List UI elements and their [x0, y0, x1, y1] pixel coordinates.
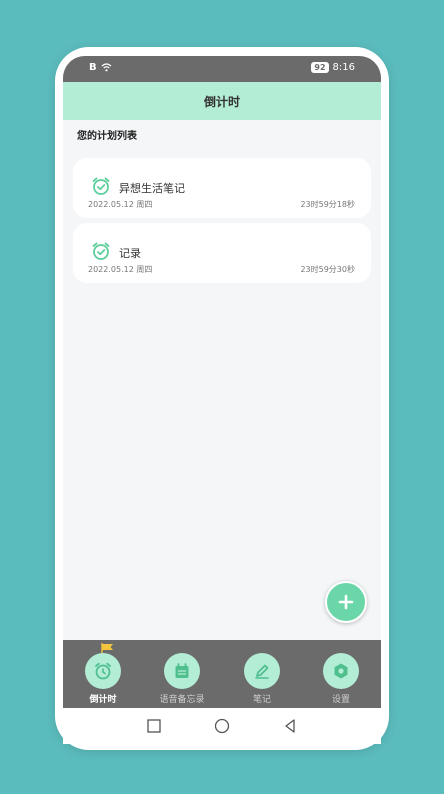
- plan-remaining: 23时59分18秒: [300, 200, 355, 209]
- status-time: 8:16: [332, 62, 355, 73]
- status-app-icon: B: [89, 62, 97, 73]
- plan-remaining: 23时59分30秒: [300, 265, 355, 274]
- wifi-icon: [101, 63, 112, 72]
- back-icon[interactable]: [282, 718, 298, 734]
- tab-icon-bg: [85, 653, 121, 689]
- tab-label: 倒计时: [89, 695, 117, 705]
- add-plan-button[interactable]: [325, 581, 367, 623]
- tab-countdown[interactable]: 倒计时: [63, 640, 143, 708]
- recent-apps-icon[interactable]: [146, 718, 162, 734]
- bottom-tab-bar: 倒计时 语音备忘录 笔记 设置: [63, 640, 381, 708]
- pen-icon: [255, 664, 269, 679]
- calendar-icon: [175, 663, 189, 678]
- battery-indicator: 92: [311, 62, 329, 73]
- section-title: 您的计划列表: [77, 131, 137, 142]
- app-header: 倒计时: [63, 82, 381, 120]
- plan-title: 记录: [119, 247, 141, 260]
- tab-label: 语音备忘录: [159, 695, 205, 705]
- app-screen: B 92 8:16 倒计时 您的计划列表 异想生活笔记 2022.05.12 周…: [63, 56, 381, 708]
- tab-icon-bg: [244, 653, 280, 689]
- home-icon[interactable]: [214, 718, 230, 734]
- tab-icon-bg: [164, 653, 200, 689]
- system-nav-bar: [63, 708, 381, 744]
- tab-voice-memo[interactable]: 语音备忘录: [142, 640, 222, 708]
- plan-date: 2022.05.12 周四: [88, 265, 153, 274]
- tab-label: 笔记: [252, 695, 271, 705]
- page-title: 倒计时: [203, 94, 240, 109]
- plan-date: 2022.05.12 周四: [88, 200, 153, 209]
- tab-icon-bg: [323, 653, 359, 689]
- alarm-clock-icon: [92, 242, 110, 260]
- tab-label: 设置: [331, 695, 350, 705]
- gear-icon: [334, 663, 348, 679]
- plan-title: 异想生活笔记: [119, 182, 185, 195]
- status-bar: B 92 8:16: [63, 56, 381, 82]
- plan-card[interactable]: 异想生活笔记 2022.05.12 周四 23时59分18秒: [73, 158, 371, 218]
- plus-icon: [338, 594, 354, 610]
- tab-settings[interactable]: 设置: [301, 640, 381, 708]
- tab-notes[interactable]: 笔记: [222, 640, 302, 708]
- plan-card[interactable]: 记录 2022.05.12 周四 23时59分30秒: [73, 223, 371, 283]
- alarm-clock-icon: [95, 662, 111, 680]
- alarm-clock-icon: [92, 177, 110, 195]
